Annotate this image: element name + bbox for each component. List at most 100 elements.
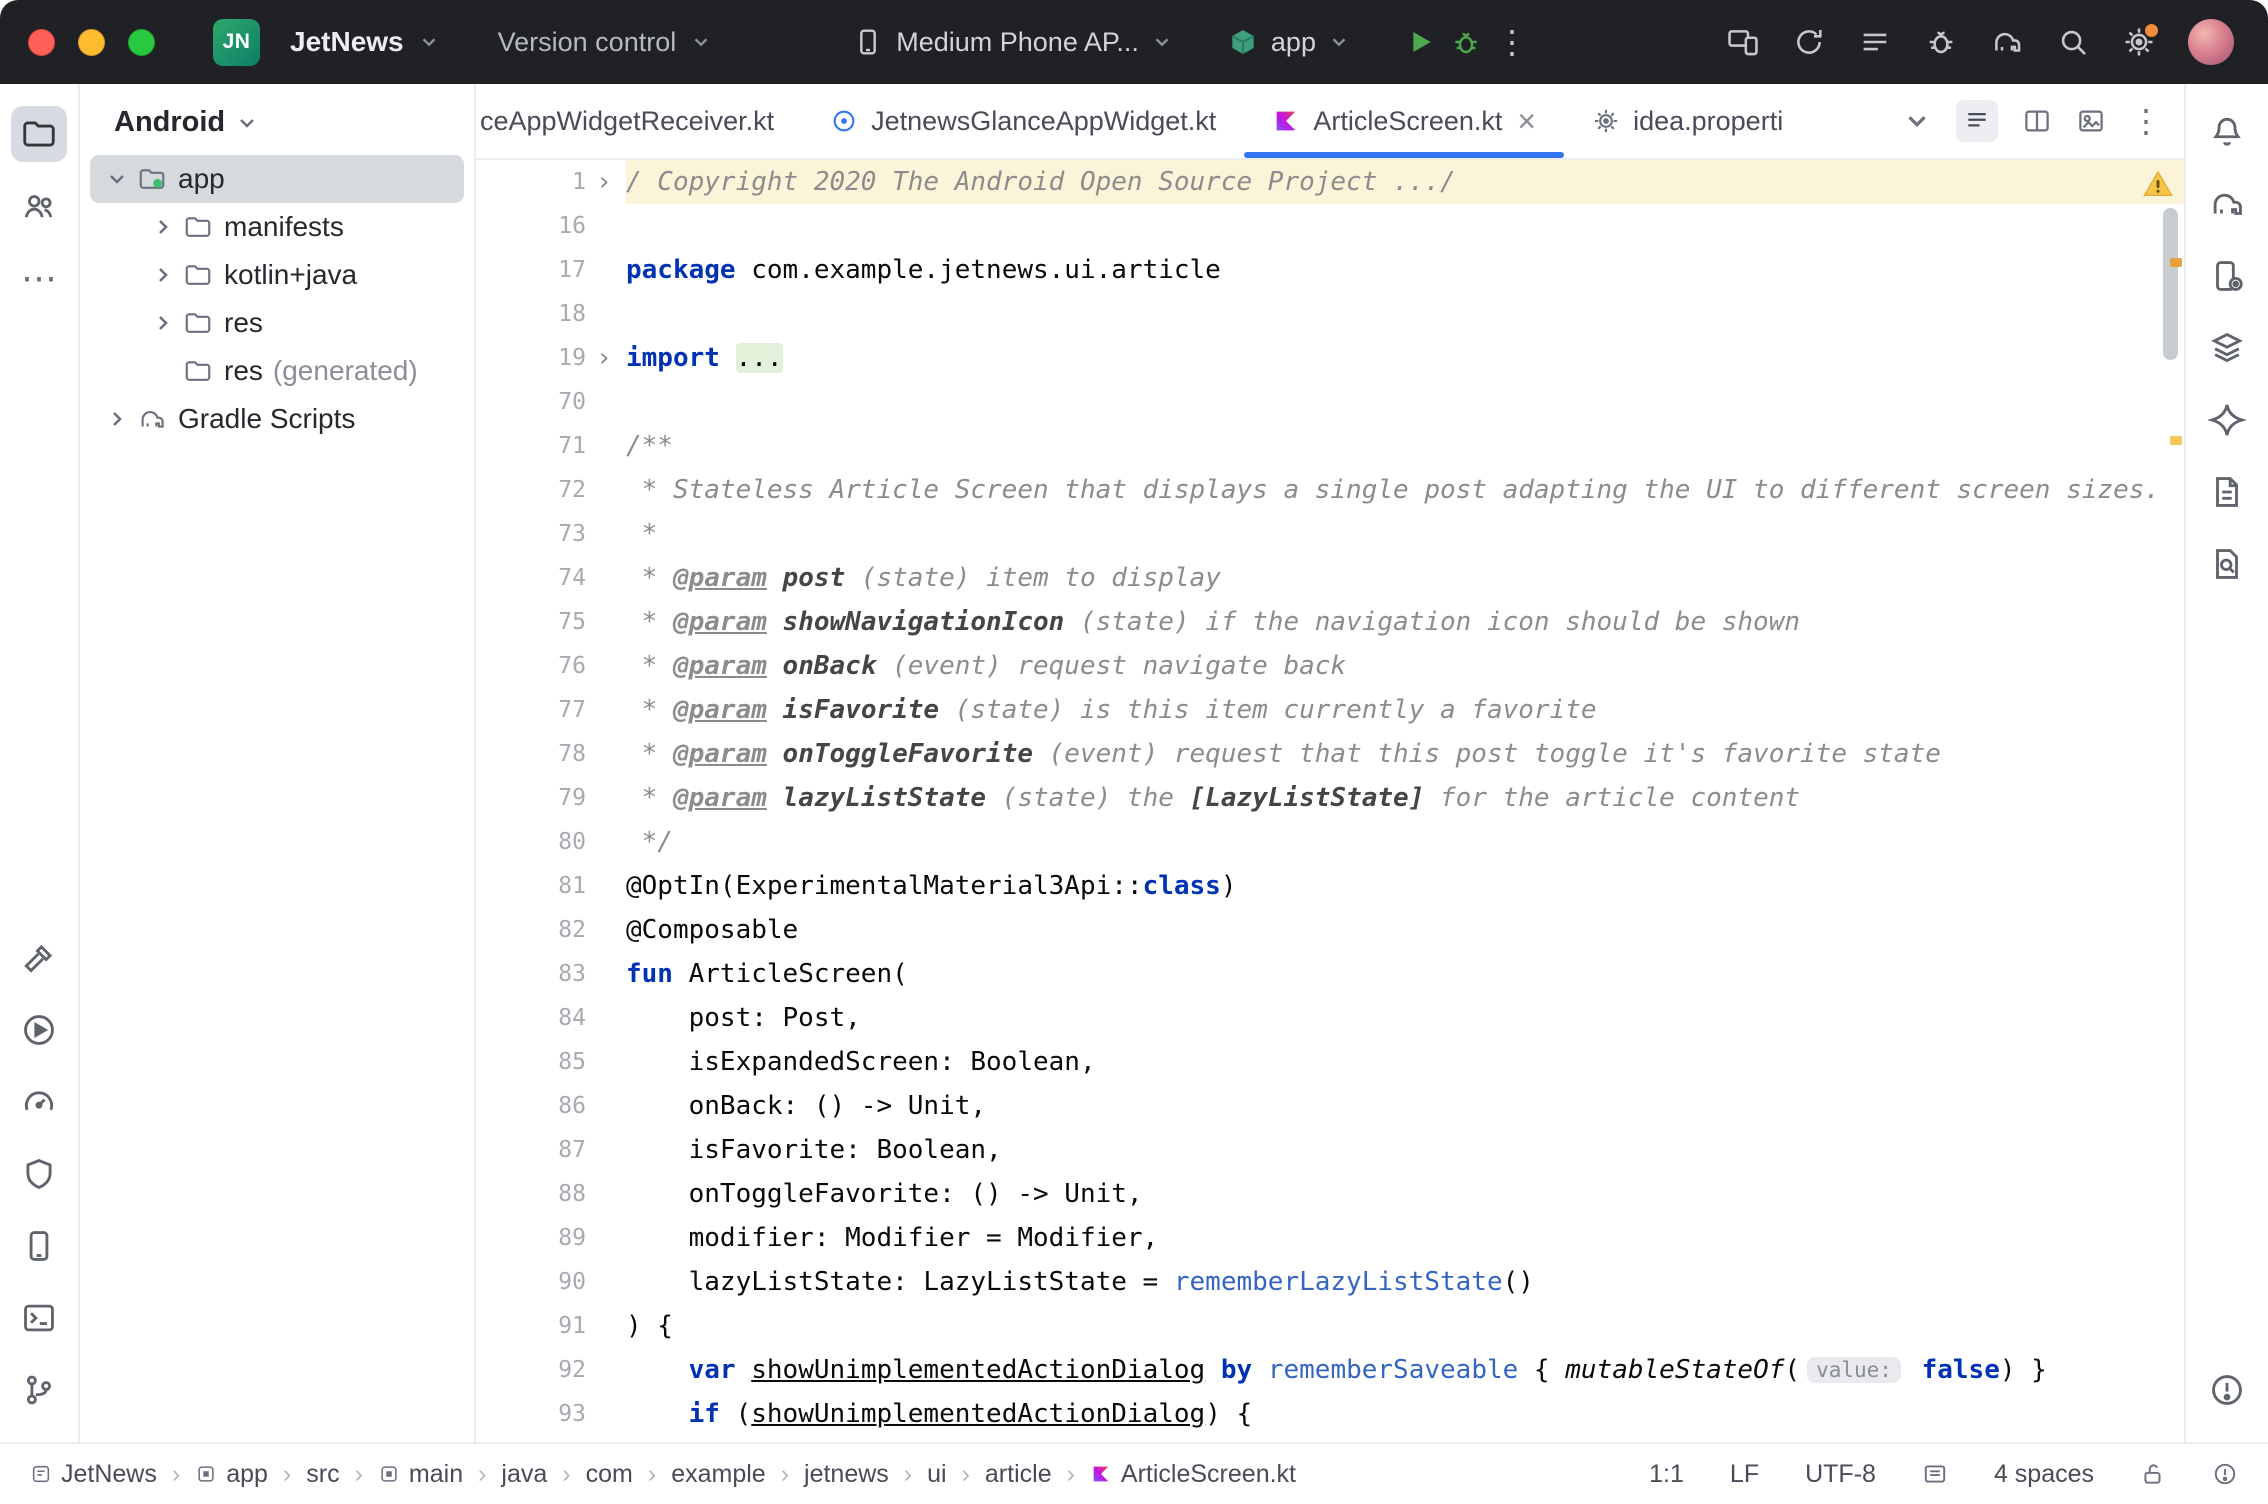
- gutter[interactable]: 80: [476, 829, 626, 855]
- gutter[interactable]: 19›: [476, 343, 626, 373]
- gutter[interactable]: 75: [476, 609, 626, 635]
- breadcrumb-example[interactable]: example: [671, 1460, 766, 1489]
- run-button[interactable]: [1404, 26, 1436, 58]
- breadcrumb-article[interactable]: article: [985, 1460, 1052, 1489]
- gutter[interactable]: 18: [476, 301, 626, 327]
- fold-arrow-icon[interactable]: ›: [592, 167, 616, 197]
- gutter[interactable]: 89: [476, 1225, 626, 1251]
- profiler-tool-button[interactable]: [11, 1074, 67, 1130]
- close-tab-icon[interactable]: ×: [1517, 105, 1536, 137]
- editor-tab-idea-properti[interactable]: idea.properti: [1564, 84, 1811, 158]
- zoom-window-button[interactable]: [128, 29, 155, 56]
- close-window-button[interactable]: [28, 29, 55, 56]
- gradle-elephant-icon[interactable]: [1990, 25, 2024, 59]
- inspection-warning-icon[interactable]: [2142, 168, 2174, 200]
- more-run-options-icon[interactable]: ⋮: [1496, 26, 1528, 58]
- gutter[interactable]: 17: [476, 257, 626, 283]
- chevron-right-icon[interactable]: [104, 406, 130, 432]
- breadcrumb-app[interactable]: app: [195, 1460, 268, 1489]
- chevron-right-icon[interactable]: [150, 214, 176, 240]
- tree-item-manifests[interactable]: manifests: [90, 203, 464, 251]
- device-mirroring-icon[interactable]: [1726, 25, 1760, 59]
- gutter[interactable]: 77: [476, 697, 626, 723]
- gutter[interactable]: 1›: [476, 167, 626, 197]
- code-view-button[interactable]: [1956, 100, 1998, 142]
- gutter[interactable]: 88: [476, 1181, 626, 1207]
- line-separator[interactable]: LF: [1730, 1460, 1759, 1489]
- error-indicator-icon[interactable]: [2212, 1461, 2238, 1487]
- weak-warning-stripe-mark[interactable]: [2170, 436, 2182, 445]
- gutter[interactable]: 90: [476, 1269, 626, 1295]
- editor-tab-ceappwidgetreceiver-kt[interactable]: ceAppWidgetReceiver.kt: [476, 84, 802, 158]
- design-view-button[interactable]: [2076, 106, 2106, 136]
- settings-icon[interactable]: [2122, 25, 2156, 59]
- editor-tab-jetnewsglanceappwidget-kt[interactable]: JetnewsGlanceAppWidget.kt: [802, 84, 1244, 158]
- sync-project-icon[interactable]: [1792, 25, 1826, 59]
- debug-button[interactable]: [1450, 26, 1482, 58]
- editor-scrollbar[interactable]: [2163, 208, 2178, 360]
- caret-position[interactable]: 1:1: [1649, 1460, 1684, 1489]
- gutter[interactable]: 16: [476, 213, 626, 239]
- app-quality-insights-tool-button[interactable]: [11, 1146, 67, 1202]
- gutter[interactable]: 76: [476, 653, 626, 679]
- terminal-tool-button[interactable]: [11, 1290, 67, 1346]
- project-tool-button[interactable]: [11, 106, 67, 162]
- vcs-menu[interactable]: Version control: [498, 27, 677, 58]
- tree-item-gradle-scripts[interactable]: Gradle Scripts: [90, 395, 464, 443]
- running-devices-tool-button[interactable]: [2199, 248, 2255, 304]
- build-tool-button[interactable]: [11, 930, 67, 986]
- pull-requests-tool-button[interactable]: [11, 178, 67, 234]
- reader-mode-icon[interactable]: [1922, 1461, 1948, 1487]
- code-editor[interactable]: 1›/ Copyright 2020 The Android Open Sour…: [476, 160, 2184, 1442]
- file-writable-lock-icon[interactable]: [2140, 1461, 2166, 1487]
- gutter[interactable]: 82: [476, 917, 626, 943]
- warning-stripe-mark[interactable]: [2170, 258, 2182, 267]
- device-manager-tool-button[interactable]: [11, 1218, 67, 1274]
- chevron-right-icon[interactable]: [150, 262, 176, 288]
- gemini-tool-button[interactable]: [2199, 392, 2255, 448]
- project-view-selector[interactable]: Android: [80, 96, 474, 155]
- gutter[interactable]: 93: [476, 1401, 626, 1427]
- tree-item-res-generated[interactable]: res(generated): [90, 347, 464, 395]
- gutter[interactable]: 85: [476, 1049, 626, 1075]
- tab-options-icon[interactable]: ⋮: [2130, 105, 2162, 137]
- gutter[interactable]: 78: [476, 741, 626, 767]
- breadcrumb-src[interactable]: src: [306, 1460, 339, 1489]
- device-selector[interactable]: Medium Phone AP...: [852, 26, 1173, 58]
- search-icon[interactable]: [2056, 25, 2090, 59]
- gutter[interactable]: 73: [476, 521, 626, 547]
- editor-tab-articlescreen-kt[interactable]: ArticleScreen.kt×: [1244, 84, 1564, 158]
- breadcrumb-jetnews[interactable]: JetNews: [30, 1460, 157, 1489]
- notifications-button[interactable]: [2199, 104, 2255, 160]
- breadcrumb-main[interactable]: main: [378, 1460, 463, 1489]
- build-variants-tool-button[interactable]: [2199, 320, 2255, 376]
- avatar[interactable]: [2188, 19, 2234, 65]
- breadcrumb-com[interactable]: com: [586, 1460, 633, 1489]
- hidden-tabs-chevron-icon[interactable]: [1902, 106, 1932, 136]
- gutter[interactable]: 70: [476, 389, 626, 415]
- indent-setting[interactable]: 4 spaces: [1994, 1460, 2094, 1489]
- split-view-button[interactable]: [2022, 106, 2052, 136]
- chevron-down-icon[interactable]: [104, 166, 130, 192]
- breadcrumb-ui[interactable]: ui: [927, 1460, 946, 1489]
- run-tool-button[interactable]: [11, 1002, 67, 1058]
- gutter[interactable]: 86: [476, 1093, 626, 1119]
- version-control-tool-button[interactable]: [11, 1362, 67, 1418]
- chevron-down-icon[interactable]: [418, 31, 440, 53]
- gutter[interactable]: 71: [476, 433, 626, 459]
- fold-arrow-icon[interactable]: ›: [592, 343, 616, 373]
- logcat-tool-button[interactable]: [2199, 464, 2255, 520]
- profiler-bug-icon[interactable]: [1924, 25, 1958, 59]
- gutter[interactable]: 87: [476, 1137, 626, 1163]
- gutter[interactable]: 84: [476, 1005, 626, 1031]
- gutter[interactable]: 72: [476, 477, 626, 503]
- tree-item-kotlin-java[interactable]: kotlin+java: [90, 251, 464, 299]
- minimize-window-button[interactable]: [78, 29, 105, 56]
- breadcrumb-java[interactable]: java: [501, 1460, 547, 1489]
- gutter[interactable]: 83: [476, 961, 626, 987]
- tree-item-app[interactable]: app: [90, 155, 464, 203]
- run-configuration-selector[interactable]: app: [1227, 26, 1350, 58]
- gutter[interactable]: 91: [476, 1313, 626, 1339]
- tree-item-res[interactable]: res: [90, 299, 464, 347]
- problems-tool-button[interactable]: [2199, 1362, 2255, 1418]
